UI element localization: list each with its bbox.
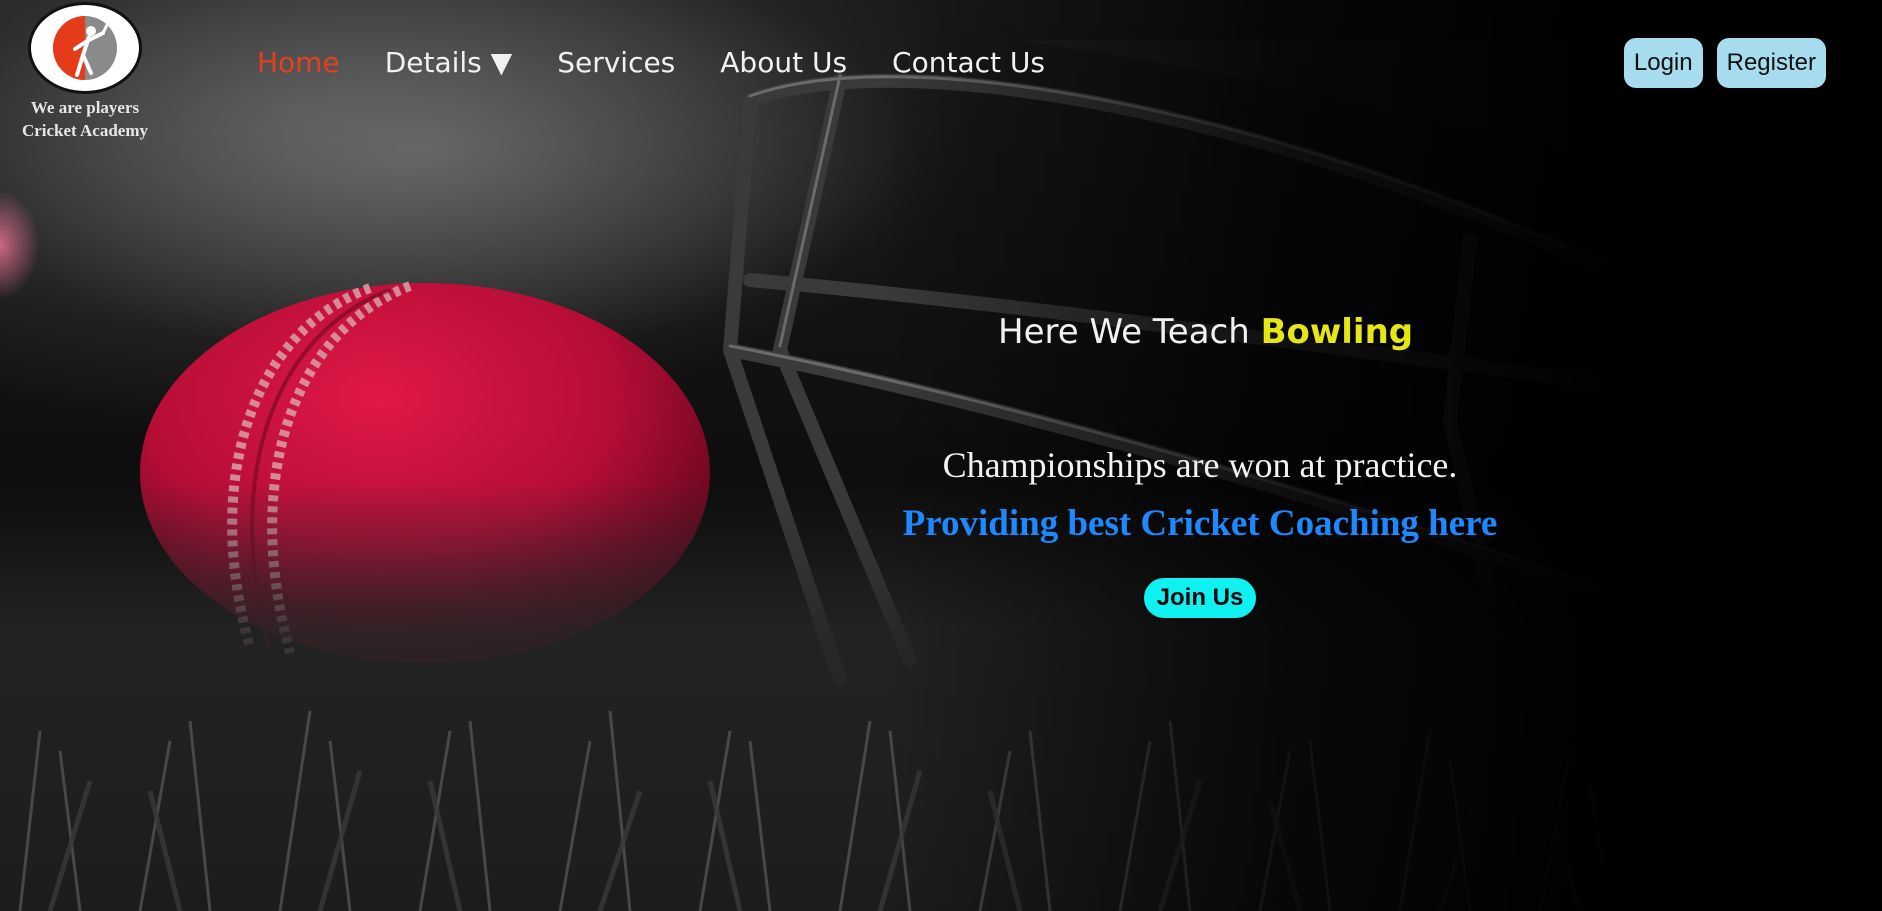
nav-item-details-dropdown[interactable]: Details ▼ xyxy=(385,46,513,79)
brand-logo[interactable]: We are players Cricket Academy xyxy=(6,2,164,142)
hero-heading-prefix: Here We Teach xyxy=(998,312,1250,352)
brand-line-2: Cricket Academy xyxy=(21,121,149,140)
nav-item-services[interactable]: Services xyxy=(557,46,675,79)
join-us-button[interactable]: Join Us xyxy=(1142,576,1258,620)
register-button[interactable]: Register xyxy=(1716,38,1826,88)
cricketer-logo-icon xyxy=(28,2,142,94)
nav-item-home[interactable]: Home xyxy=(257,46,340,79)
login-button[interactable]: Login xyxy=(1623,38,1703,88)
hero-heading: Here We Teach Bowling xyxy=(998,312,1413,352)
auth-buttons: Login Register xyxy=(1623,38,1826,88)
background-blur-accent xyxy=(0,190,40,300)
hero-heading-highlight: Bowling xyxy=(1260,312,1414,352)
main-nav: Home Details ▼ Services About Us Contact… xyxy=(257,46,1090,79)
page: We are players Cricket Academy Home Deta… xyxy=(0,0,1882,911)
nav-item-about-us[interactable]: About Us xyxy=(720,46,847,79)
hero-subtitle: Providing best Cricket Coaching here xyxy=(902,503,1498,544)
hero-quote: Championships are won at practice. xyxy=(942,445,1458,485)
brand-name: We are players Cricket Academy xyxy=(6,96,164,142)
brand-line-1: We are players xyxy=(30,98,140,117)
nav-item-contact-us[interactable]: Contact Us xyxy=(892,46,1045,79)
